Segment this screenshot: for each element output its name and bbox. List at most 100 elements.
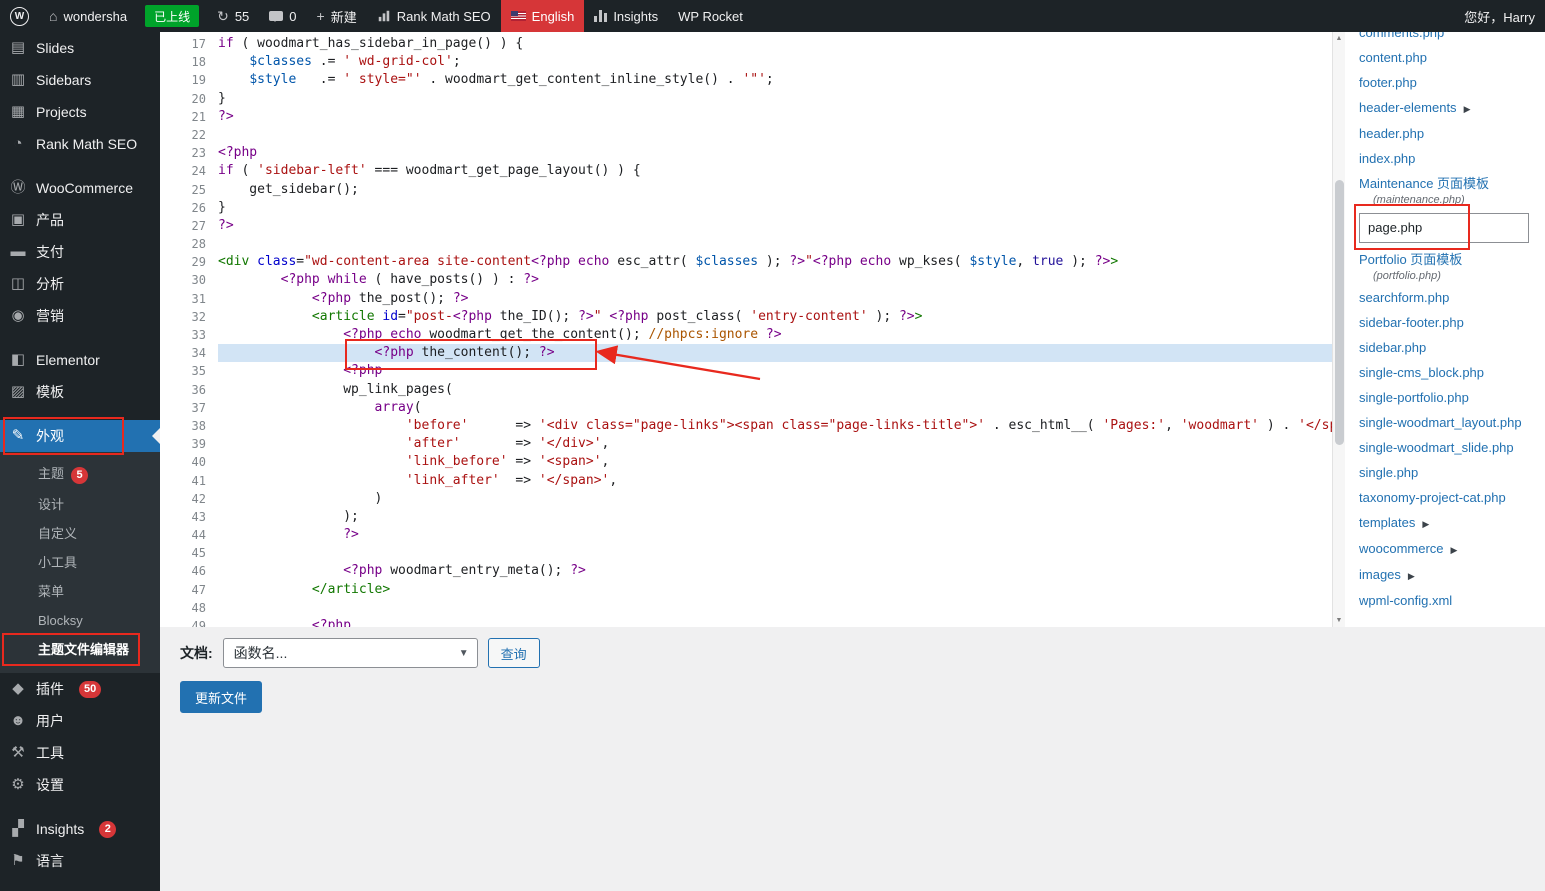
sidebar-item-templates[interactable]: ▨模板 (0, 376, 160, 408)
submenu-item-theme-file-editor[interactable]: 主题文件编辑器 (0, 635, 160, 664)
scroll-down-icon[interactable]: ▼ (1333, 614, 1345, 627)
file-item[interactable]: single-woodmart_layout.php (1359, 411, 1539, 436)
rank-math-icon: ◔ (8, 135, 28, 153)
file-item[interactable]: sidebar-footer.php (1359, 311, 1539, 336)
wp-rocket-menu[interactable]: WP Rocket (668, 0, 753, 32)
annotation-arrow (590, 332, 780, 392)
code-line: 19 $style .= ' style="' . woodmart_get_c… (160, 71, 1332, 89)
submenu-item-label: 主题文件编辑器 (38, 642, 129, 657)
folder-item[interactable]: templates▶ (1359, 511, 1539, 537)
line-number: 48 (160, 599, 218, 617)
submenu-item-blocksy[interactable]: Blocksy (0, 606, 160, 635)
new-content-menu[interactable]: + 新建 (307, 0, 367, 32)
file-link: single-portfolio.php (1359, 390, 1469, 405)
code-text: } (218, 199, 1332, 217)
submenu-item-customize[interactable]: 自定义 (0, 519, 160, 548)
code-line: 21?> (160, 108, 1332, 126)
code-editor[interactable]: 17if ( woodmart_has_sidebar_in_page() ) … (160, 32, 1332, 627)
code-line: 22 (160, 126, 1332, 144)
sidebar-item-plugins[interactable]: ◆插件50 (0, 673, 160, 705)
file-item[interactable]: comments.php (1359, 32, 1539, 46)
sidebar-item-settings[interactable]: ⚙设置 (0, 769, 160, 801)
sidebar-item-marketing[interactable]: ◉营销 (0, 300, 160, 332)
code-line: 38 'before' => '<div class="page-links">… (160, 417, 1332, 435)
account-menu[interactable]: 您好，Harry (1454, 0, 1545, 32)
greeting: 您好，Harry (1464, 7, 1535, 26)
editor-scrollbar[interactable]: ▲ ▼ (1332, 32, 1345, 627)
submenu-item-themes[interactable]: 主题5 (0, 459, 160, 490)
code-line: 31 <?php the_post(); ?> (160, 290, 1332, 308)
submenu-item-widgets[interactable]: 小工具 (0, 548, 160, 577)
site-name-menu[interactable]: ⌂ wondersha (39, 0, 137, 32)
folder-item[interactable]: images▶ (1359, 563, 1539, 589)
file-item[interactable]: single.php (1359, 461, 1539, 486)
file-item[interactable]: index.php (1359, 147, 1539, 172)
sidebar-item-rank-math-seo[interactable]: ◔ Rank Math SEO (0, 128, 160, 160)
file-link: sidebar.php (1359, 340, 1426, 355)
line-number: 42 (160, 490, 218, 508)
sidebar-item-tools[interactable]: ⚒工具 (0, 737, 160, 769)
rank-math-menu[interactable]: Rank Math SEO (367, 0, 501, 32)
file-item[interactable]: single-cms_block.php (1359, 361, 1539, 386)
code-text: 'before' => '<div class="page-links"><sp… (218, 417, 1332, 435)
theme-files-panel: comments.php content.php footer.phpheader-… (1345, 32, 1545, 627)
code-text: <?php (218, 617, 1332, 627)
scroll-up-icon[interactable]: ▲ (1333, 32, 1345, 45)
sidebar-item-projects[interactable]: ▦Projects (0, 96, 160, 128)
line-number: 47 (160, 581, 218, 599)
folder-item[interactable]: header-elements▶ (1359, 96, 1539, 122)
sidebar-item-elementor[interactable]: ◧Elementor (0, 344, 160, 376)
line-number: 36 (160, 381, 218, 399)
sidebar-item-label: 模板 (36, 383, 64, 401)
file-item[interactable]: wpml-config.xml (1359, 589, 1539, 614)
sidebar-item-products[interactable]: ▣产品 (0, 204, 160, 236)
sidebar-item-sidebars[interactable]: ▥Sidebars (0, 64, 160, 96)
sidebar-item-analytics[interactable]: ◫分析 (0, 268, 160, 300)
code-text: ?> (218, 217, 1332, 235)
sidebar-item-label: 插件 (36, 680, 64, 698)
marketing-icon: ◉ (8, 307, 28, 325)
code-text: ?> (218, 526, 1332, 544)
file-item[interactable]: searchform.php (1359, 286, 1539, 311)
submenu-item-design[interactable]: 设计 (0, 490, 160, 519)
sidebar-item-languages[interactable]: ⚑语言 (0, 845, 160, 877)
wp-logo-menu[interactable]: W (0, 0, 39, 32)
file-item[interactable]: sidebar.php (1359, 336, 1539, 361)
function-select[interactable]: 函数名... ▼ (223, 638, 478, 668)
file-item[interactable]: footer.php (1359, 71, 1539, 96)
file-item[interactable]: taxonomy-project-cat.php (1359, 486, 1539, 511)
file-link: woocommerce (1359, 541, 1444, 556)
file-item[interactable]: single-portfolio.php (1359, 386, 1539, 411)
code-line: 37 array( (160, 399, 1332, 417)
sidebar-item-woocommerce[interactable]: ⓌWooCommerce (0, 172, 160, 204)
file-link: searchform.php (1359, 290, 1449, 305)
sidebar-item-users[interactable]: ☻用户 (0, 705, 160, 737)
insights-menu[interactable]: Insights (584, 0, 668, 32)
current-file-label: page.php (1368, 220, 1422, 235)
sidebar-item-payments[interactable]: ▬支付 (0, 236, 160, 268)
users-icon: ☻ (8, 712, 28, 730)
code-text: ); (218, 508, 1332, 526)
updates-menu[interactable]: ↻ 55 (207, 0, 259, 32)
sidebar-item-slides[interactable]: ▤Slides (0, 32, 160, 64)
language-switcher[interactable]: English (501, 0, 585, 32)
sidebar-item-insights[interactable]: ▞Insights2 (0, 813, 160, 845)
update-file-button[interactable]: 更新文件 (180, 681, 262, 713)
file-item[interactable]: content.php (1359, 46, 1539, 71)
file-item[interactable]: header.php (1359, 122, 1539, 147)
scrollbar-thumb[interactable] (1335, 180, 1344, 445)
sidebar-item-label: Rank Math SEO (36, 135, 137, 153)
lookup-button[interactable]: 查询 (488, 638, 540, 668)
file-item[interactable]: single-woodmart_slide.php (1359, 436, 1539, 461)
submenu-item-label: 自定义 (38, 526, 77, 541)
submenu-item-menus[interactable]: 菜单 (0, 577, 160, 606)
sidebar-item-label: 分析 (36, 275, 64, 293)
folder-item[interactable]: woocommerce▶ (1359, 537, 1539, 563)
code-text (218, 235, 1332, 253)
sidebar-item-appearance[interactable]: ✎外观 (0, 420, 160, 452)
line-number: 24 (160, 162, 218, 180)
comments-menu[interactable]: 0 (259, 0, 306, 32)
line-number: 45 (160, 544, 218, 562)
file-link: content.php (1359, 50, 1427, 65)
site-name: wondersha (63, 9, 127, 24)
